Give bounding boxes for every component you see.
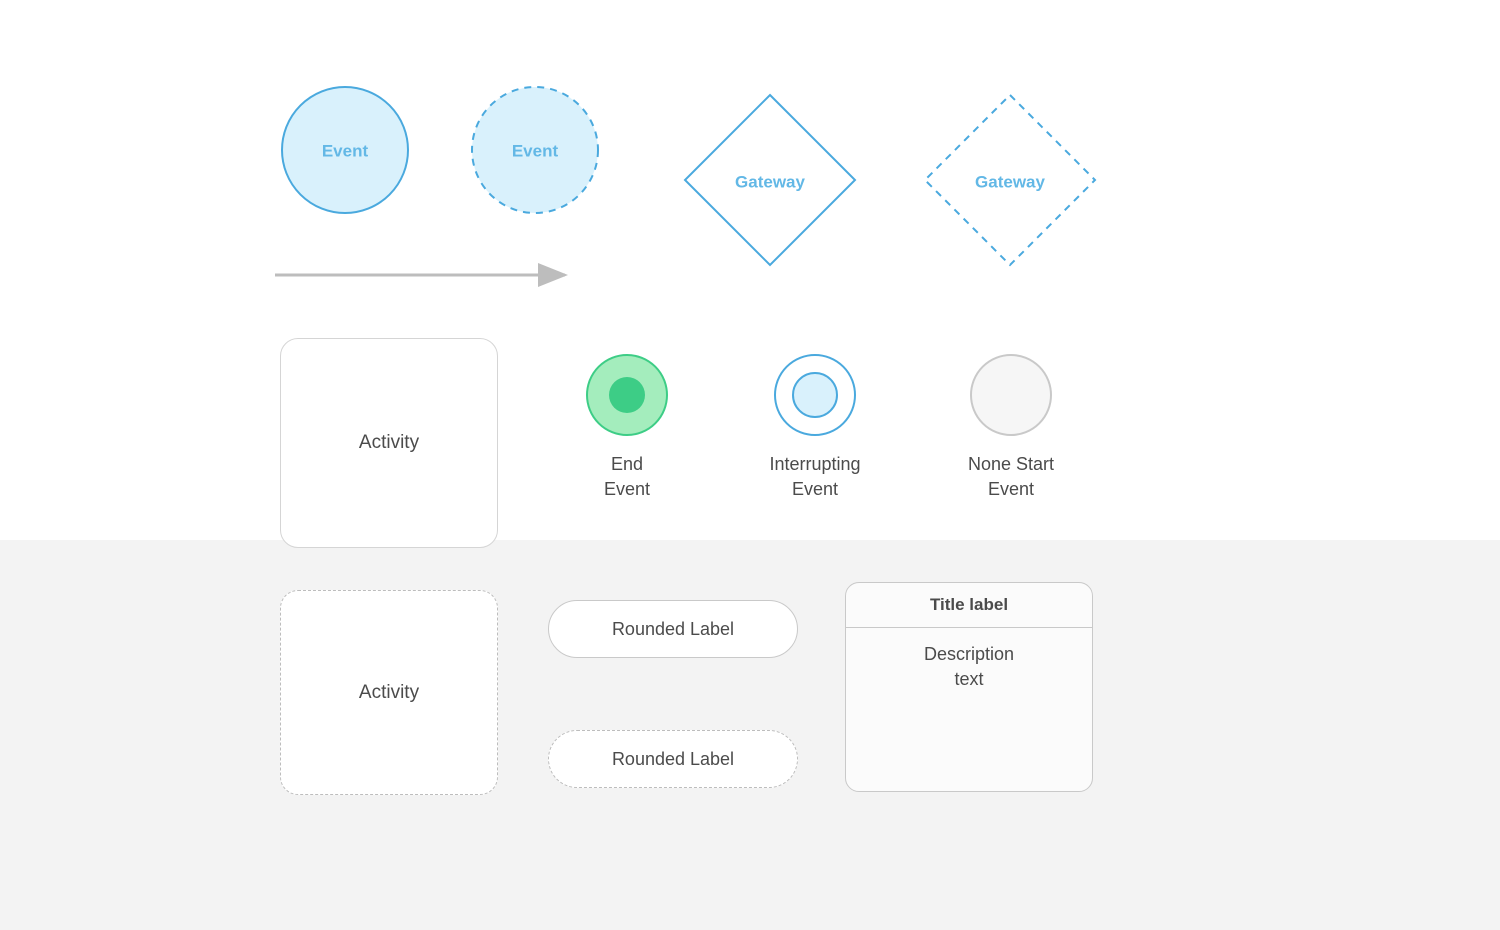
none-start-event-circle[interactable] <box>966 350 1056 440</box>
rounded-label-dashed[interactable]: Rounded Label <box>548 730 798 788</box>
card-title: Title label <box>846 583 1092 628</box>
none-start-event-caption: None Start Event <box>950 452 1072 502</box>
event-circle-dashed[interactable]: Event <box>470 85 600 215</box>
rounded-label-solid[interactable]: Rounded Label <box>548 600 798 658</box>
end-event-caption: End Event <box>575 452 679 502</box>
sequence-flow-arrow[interactable] <box>270 260 580 290</box>
activity-box-dashed[interactable]: Activity <box>280 590 498 795</box>
gateway-diamond-solid-label: Gateway <box>735 172 805 191</box>
event-circle-solid[interactable]: Event <box>280 85 410 215</box>
rounded-label-dashed-text: Rounded Label <box>612 749 734 770</box>
end-event-circle[interactable] <box>582 350 672 440</box>
activity-box-solid[interactable]: Activity <box>280 338 498 548</box>
card-description: Description text <box>846 628 1092 706</box>
gateway-diamond-dashed-label: Gateway <box>975 172 1045 191</box>
activity-box-solid-label: Activity <box>359 432 419 454</box>
event-circle-dashed-label: Event <box>512 141 559 160</box>
diagram-stage: Event Event Gateway Gateway Activity End… <box>0 0 1500 930</box>
interrupting-event-caption: Interrupting Event <box>750 452 880 502</box>
gateway-diamond-solid[interactable]: Gateway <box>680 90 860 270</box>
activity-box-dashed-label: Activity <box>359 682 419 704</box>
title-description-card[interactable]: Title label Description text <box>845 582 1093 792</box>
rounded-label-solid-text: Rounded Label <box>612 619 734 640</box>
interrupting-event-circle[interactable] <box>770 350 860 440</box>
gateway-diamond-dashed[interactable]: Gateway <box>920 90 1100 270</box>
event-circle-solid-label: Event <box>322 141 369 160</box>
